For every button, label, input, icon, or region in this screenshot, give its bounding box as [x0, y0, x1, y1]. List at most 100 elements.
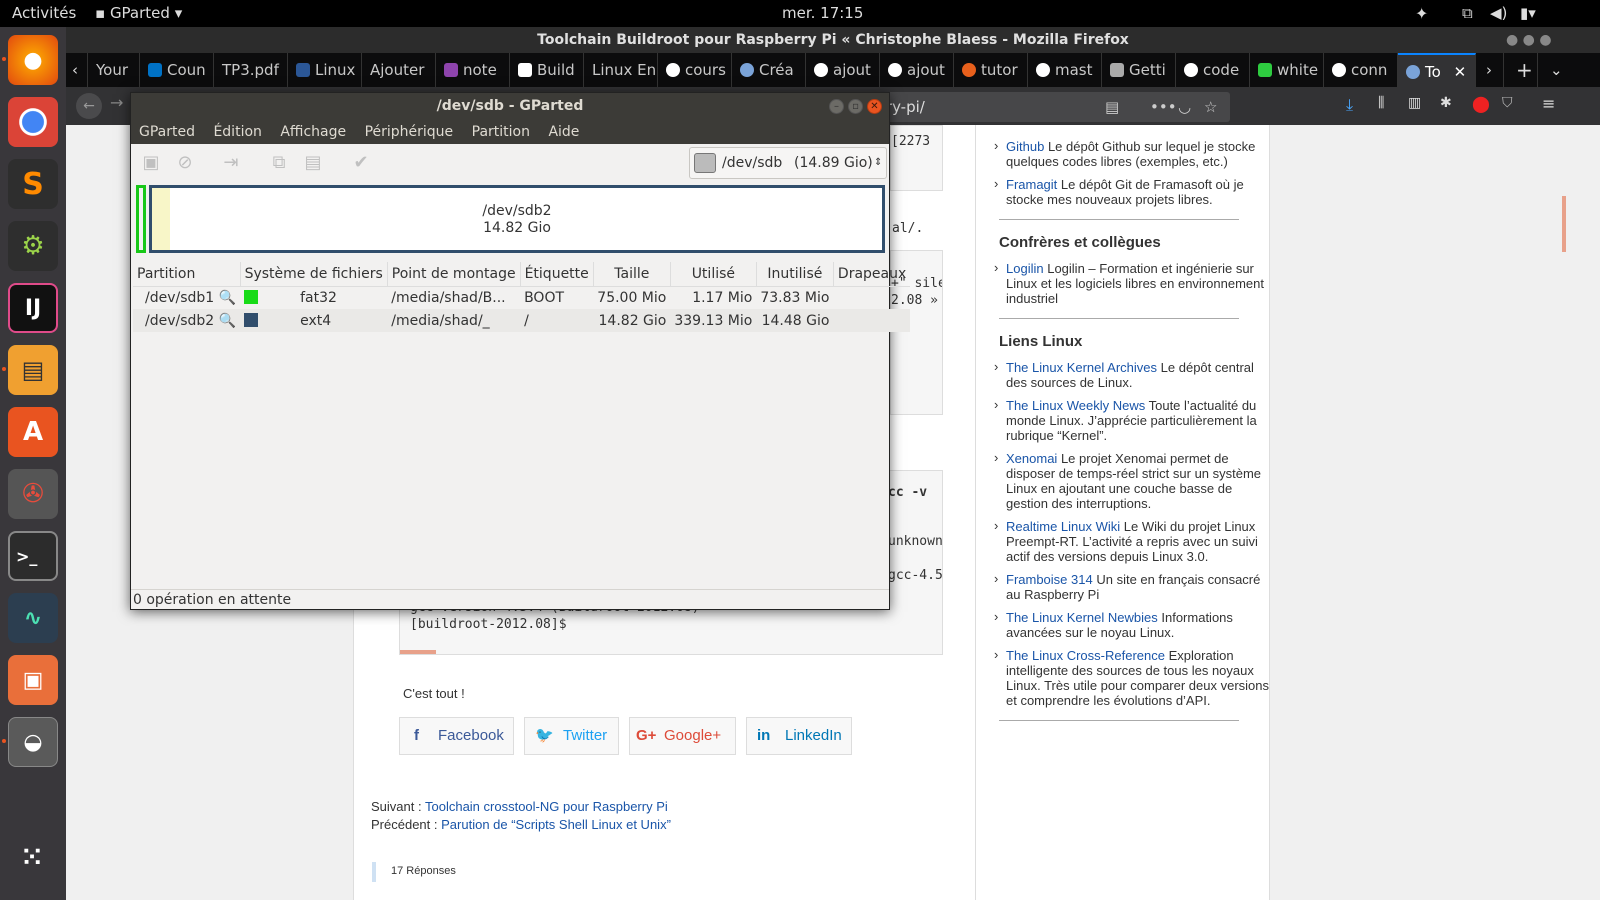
column-header[interactable]: Utilisé [670, 262, 757, 287]
forward-icon[interactable]: → [110, 93, 123, 112]
tab-list-icon[interactable]: ⌄ [1542, 53, 1572, 87]
delete-partition-icon[interactable]: ⊘ [173, 151, 197, 175]
table-row[interactable]: /dev/sdb2 🔍 ext4 /media/shad/_ / 14.82 G… [133, 309, 911, 332]
library-icon[interactable]: ⫼ [1378, 95, 1384, 111]
sidebar-link[interactable]: The Linux Cross-Reference [1006, 648, 1165, 663]
column-header[interactable]: Étiquette [520, 262, 594, 287]
sidebar-link[interactable]: Framagit [1006, 177, 1057, 192]
activities-button[interactable]: Activités [12, 4, 76, 22]
menu-gparted[interactable]: GParted [139, 124, 195, 140]
tab[interactable]: Your [88, 53, 140, 87]
clock[interactable]: mer. 17:15 [782, 4, 863, 22]
menu-edition[interactable]: Édition [213, 124, 261, 140]
sidebar-link[interactable]: The Linux Kernel Newbies [1006, 610, 1158, 625]
android-studio-icon[interactable]: ⚙ [8, 221, 58, 271]
paste-icon[interactable]: ▤ [301, 151, 325, 175]
menu-icon[interactable]: ≡ [1542, 94, 1555, 113]
reader-view-icon[interactable]: ▤ [1105, 92, 1119, 122]
column-header[interactable]: Drapeaux [833, 262, 911, 287]
bookmark-star-icon[interactable]: ☆ [1204, 92, 1217, 122]
column-header[interactable]: Partition [133, 262, 241, 287]
intellij-icon[interactable]: IJ [8, 283, 58, 333]
close-icon[interactable]: ✕ [867, 99, 882, 114]
previous-post-link[interactable]: Parution de “Scripts Shell Linux et Unix… [441, 817, 671, 832]
share-facebook-button[interactable]: f Facebook [399, 717, 514, 755]
menu-affichage[interactable]: Affichage [280, 124, 346, 140]
tab[interactable]: TP3.pdf [214, 53, 288, 87]
tab-active[interactable]: To ✕ [1398, 53, 1476, 87]
tab[interactable]: note [436, 53, 510, 87]
battery-icon[interactable]: ▮▾ [1520, 4, 1536, 22]
tab[interactable]: mast [1028, 53, 1102, 87]
back-icon[interactable]: ← [76, 93, 102, 119]
tab[interactable]: Coun [140, 53, 214, 87]
archive-manager-icon[interactable]: ▣ [8, 655, 58, 705]
tab[interactable]: cours [658, 53, 732, 87]
next-post-link[interactable]: Toolchain crosstool-NG pour Raspberry Pi [425, 799, 668, 814]
partition-graph-sdb2[interactable]: /dev/sdb2 14.82 Gio [149, 185, 885, 253]
column-header[interactable]: Taille [593, 262, 671, 287]
maximize-icon[interactable]: ▫ [848, 99, 863, 114]
show-applications-icon[interactable]: ⁙ [8, 833, 58, 883]
tab[interactable]: conn [1324, 53, 1398, 87]
tab[interactable]: ajout [880, 53, 954, 87]
tab[interactable]: ajout [806, 53, 880, 87]
sidebar-link[interactable]: The Linux Weekly News [1006, 398, 1145, 413]
shield-icon[interactable]: ⛉ [1502, 95, 1513, 111]
new-partition-icon[interactable]: ▣ [139, 151, 163, 175]
close-tab-icon[interactable]: ✕ [1454, 63, 1467, 81]
pocket-icon[interactable]: ◡ [1178, 92, 1191, 122]
page-actions-icon[interactable]: ••• [1150, 92, 1177, 122]
sidebar-link[interactable]: Framboise 314 [1006, 572, 1093, 587]
new-tab-icon[interactable]: + [1508, 53, 1538, 87]
column-header[interactable]: Point de montage [387, 262, 521, 287]
files-icon[interactable]: ▤ [8, 345, 58, 395]
extension-icon[interactable]: ✱ [1440, 95, 1452, 111]
gparted-icon[interactable]: ◒ [8, 717, 58, 767]
share-google-button[interactable]: G+ Google+ [629, 717, 736, 755]
tab[interactable]: Linux [288, 53, 362, 87]
code-scrollbar[interactable] [400, 650, 436, 654]
dropbox-icon[interactable]: ✦ [1415, 4, 1428, 23]
share-twitter-button[interactable]: 🐦 Twitter [524, 717, 619, 755]
tabs-scroll-left-icon[interactable]: ‹ [66, 53, 88, 87]
sublime-text-icon[interactable]: S [8, 159, 58, 209]
sidebar-icon[interactable]: ▥ [1408, 95, 1421, 111]
system-monitor-icon[interactable]: ∿ [8, 593, 58, 643]
sidebar-link[interactable]: Realtime Linux Wiki [1006, 519, 1120, 534]
tabs-scroll-right-icon[interactable]: › [1478, 53, 1504, 87]
minimize-icon[interactable]: – [829, 99, 844, 114]
network-icon[interactable]: ⧉ [1462, 4, 1473, 22]
column-header[interactable]: Système de fichiers [240, 262, 388, 287]
tab[interactable]: code [1176, 53, 1250, 87]
menu-aide[interactable]: Aide [548, 124, 579, 140]
sidebar-link[interactable]: Github [1006, 139, 1044, 154]
window-controls[interactable]: ● ● ● [1506, 32, 1552, 48]
resize-move-icon[interactable]: ⇥ [219, 151, 243, 175]
tab[interactable]: white [1250, 53, 1324, 87]
device-selector[interactable]: /dev/sdb (14.89 Gio) ⇕ [689, 147, 887, 179]
menu-partition[interactable]: Partition [472, 124, 530, 140]
share-linkedin-button[interactable]: in LinkedIn [746, 717, 852, 755]
sidebar-link[interactable]: Xenomai [1006, 451, 1057, 466]
app-menu[interactable]: ▪ GParted ▾ [95, 4, 182, 22]
sidebar-link[interactable]: Logilin [1006, 261, 1044, 276]
page-scroll-indicator[interactable] [1562, 196, 1566, 252]
sidebar-link[interactable]: The Linux Kernel Archives [1006, 360, 1157, 375]
tab[interactable]: Ajouter [362, 53, 436, 87]
tab[interactable]: Build [510, 53, 584, 87]
volume-icon[interactable]: ◀) [1490, 4, 1507, 22]
firefox-icon[interactable]: ● [8, 35, 58, 85]
terminal-icon[interactable]: >_ [8, 531, 58, 581]
settings-icon[interactable]: ✇ [8, 469, 58, 519]
tab[interactable]: tutor [954, 53, 1028, 87]
menu-peripherique[interactable]: Périphérique [365, 124, 454, 140]
copy-icon[interactable]: ⧉ [267, 151, 291, 175]
partition-graph-sdb1[interactable] [136, 185, 146, 253]
download-icon[interactable]: ⤓ [1346, 95, 1353, 115]
tab[interactable]: Créa [732, 53, 806, 87]
software-center-icon[interactable]: A [8, 407, 58, 457]
apply-icon[interactable]: ✔ [349, 151, 373, 175]
tab[interactable]: Getti [1102, 53, 1176, 87]
tab[interactable]: Linux En [584, 53, 658, 87]
